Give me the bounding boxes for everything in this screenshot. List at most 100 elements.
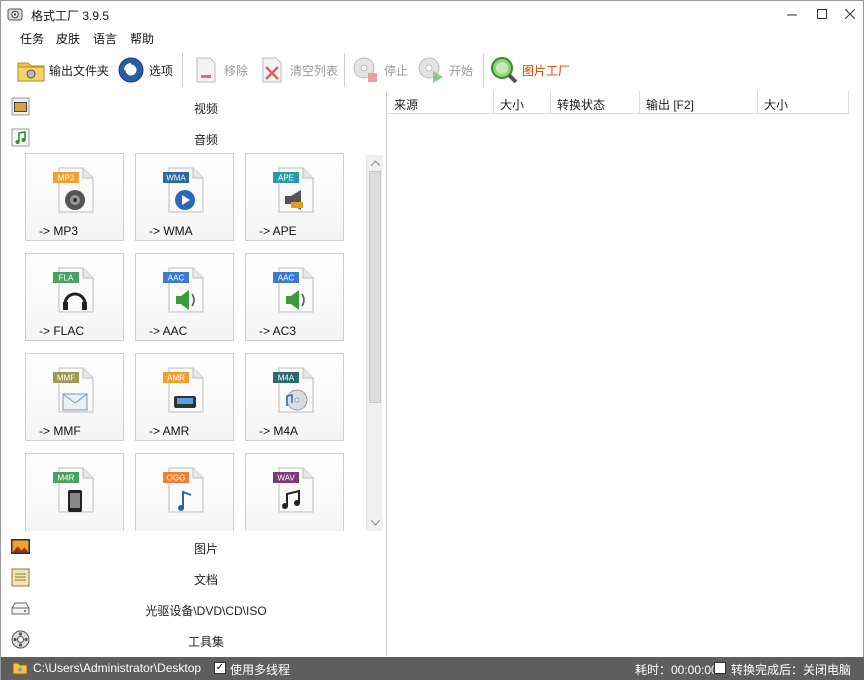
menu-task[interactable]: 任务 — [20, 30, 44, 47]
category-tools[interactable]: 工具集 — [1, 624, 385, 655]
scroll-thumb[interactable] — [369, 171, 381, 403]
app-logo-icon — [7, 8, 23, 21]
shutdown-label: 转换完成后：关闭电脑 — [731, 663, 852, 677]
horn-icon: APE — [273, 167, 314, 213]
svg-text:AAC: AAC — [278, 274, 295, 283]
maximize-icon — [817, 9, 827, 19]
toolbar-divider — [182, 53, 183, 87]
svg-text:APE: APE — [278, 174, 294, 183]
shutdown-checkbox[interactable] — [714, 662, 726, 674]
svg-text:M4A: M4A — [278, 374, 295, 383]
title-bar: 格式工厂 3.9.5 — [1, 1, 863, 27]
format-tile-label: -> AAC — [149, 324, 188, 338]
minimize-button[interactable] — [777, 1, 807, 27]
format-tile-fla[interactable]: FLA -> FLAC — [25, 253, 124, 341]
options-button[interactable]: 选项 — [116, 53, 173, 87]
remove-label: 移除 — [224, 63, 249, 78]
scroll-up-button[interactable] — [367, 155, 383, 171]
category-picture[interactable]: 图片 — [1, 531, 385, 562]
toolbar: 输出文件夹 选项 移除 清空列表 停止 开始 图片工厂 — [1, 49, 863, 91]
options-gear-icon — [118, 57, 144, 83]
format-tile-ogg[interactable]: OGG — [135, 453, 234, 531]
start-icon — [418, 57, 443, 83]
format-tile-amr[interactable]: AMR -> AMR — [135, 353, 234, 441]
menu-bar: 任务 皮肤 语言 帮助 — [1, 27, 863, 47]
menu-help[interactable]: 帮助 — [130, 30, 154, 47]
format-tile-wav[interactable]: WAV — [245, 453, 344, 531]
format-tile-wma[interactable]: WMA -> WMA — [135, 153, 234, 241]
multithread-label: 使用多线程 — [230, 663, 291, 677]
clear-list-icon — [262, 57, 282, 83]
category-optical[interactable]: 光驱设备\DVD\CD\ISO — [1, 593, 385, 624]
main-window: 格式工厂 3.9.5 任务 皮肤 语言 帮助 输出文件夹 选项 移除 清空列表 … — [0, 0, 864, 680]
category-document[interactable]: 文档 — [1, 562, 385, 593]
menu-skin[interactable]: 皮肤 — [56, 30, 80, 47]
clear-list-button[interactable]: 清空列表 — [257, 53, 338, 87]
scroll-down-button[interactable] — [367, 515, 383, 531]
options-label: 选项 — [149, 63, 174, 78]
category-audio-label: 音频 — [193, 133, 218, 147]
svg-text:WAV: WAV — [277, 474, 295, 483]
column-status[interactable]: 转换状态 — [551, 91, 640, 114]
elapsed-time: 耗时：00:00:00 — [635, 663, 718, 677]
toolbar-divider — [344, 53, 345, 87]
svg-text:OGG: OGG — [167, 474, 186, 483]
format-tile-m4a[interactable]: M4A -> M4A — [245, 353, 344, 441]
chevron-down-icon — [370, 520, 380, 526]
envelope-icon: MMF — [53, 367, 94, 413]
folder-icon — [17, 62, 45, 82]
format-tile-label: -> APE — [259, 224, 297, 238]
close-icon — [845, 9, 855, 19]
headphones-icon: FLA — [53, 267, 94, 313]
column-output[interactable]: 输出 [F2] — [640, 91, 758, 114]
speaker-wave-icon: AAC — [273, 267, 314, 313]
close-button[interactable] — [835, 1, 864, 27]
format-scrollbar[interactable] — [366, 155, 383, 531]
output-path: C:\Users\Administrator\Desktop — [33, 661, 202, 675]
format-tile-label: -> WMA — [149, 224, 193, 238]
maximize-button[interactable] — [807, 1, 837, 27]
window-title: 格式工厂 3.9.5 — [31, 9, 110, 23]
category-video[interactable]: 视频 — [1, 91, 385, 122]
remove-button[interactable]: 移除 — [191, 53, 248, 87]
format-tile-aac[interactable]: AAC -> AAC — [135, 253, 234, 341]
format-tile-mp3[interactable]: MP3 -> MP3 — [25, 153, 124, 241]
stop-button[interactable]: 停止 — [351, 53, 408, 87]
format-tile-aac[interactable]: AAC -> AC3 — [245, 253, 344, 341]
picture-factory-label: 图片工厂 — [522, 63, 571, 78]
picture-factory-button[interactable]: 图片工厂 — [489, 53, 570, 87]
format-tile-ape[interactable]: APE -> APE — [245, 153, 344, 241]
column-size[interactable]: 大小 — [494, 91, 551, 114]
speaker-wave-icon: AAC — [163, 267, 204, 313]
column-source[interactable]: 来源 — [388, 91, 494, 114]
category-video-label: 视频 — [193, 102, 218, 116]
format-tile-label: -> AMR — [149, 424, 190, 438]
toolbar-divider — [483, 53, 484, 87]
output-folder-button[interactable]: 输出文件夹 — [16, 53, 109, 87]
multithread-checkbox[interactable]: ✓ — [214, 662, 226, 674]
column-output-size[interactable]: 大小 — [758, 91, 849, 114]
svg-text:MMF: MMF — [57, 374, 75, 383]
format-tile-m4r[interactable]: M4R — [25, 453, 124, 531]
output-folder-label: 输出文件夹 — [49, 63, 110, 78]
stop-label: 停止 — [384, 63, 409, 78]
format-tile-mmf[interactable]: MMF -> MMF — [25, 353, 124, 441]
play-disc-icon: WMA — [163, 167, 204, 213]
folder-icon[interactable] — [12, 661, 28, 675]
audio-format-grid: MP3 -> MP3 WMA -> WMA APE -> APE FLA -> FLAC AAC… — [1, 153, 385, 531]
remove-icon — [196, 57, 216, 83]
format-tile-label: -> MMF — [39, 424, 81, 438]
magnifier-icon — [491, 57, 518, 84]
stop-icon — [353, 57, 377, 82]
start-label: 开始 — [449, 63, 474, 78]
clear-list-label: 清空列表 — [290, 63, 339, 78]
menu-language[interactable]: 语言 — [93, 30, 117, 47]
svg-text:WMA: WMA — [166, 174, 186, 183]
format-panel: 视频 音频 MP3 -> MP3 WMA -> WMA APE -> APE FLA -> F… — [1, 91, 387, 656]
category-audio[interactable]: 音频 — [1, 122, 385, 153]
chevron-up-icon — [370, 160, 380, 166]
svg-text:AMR: AMR — [167, 374, 185, 383]
task-list[interactable]: 来源 大小 转换状态 输出 [F2] 大小 — [388, 91, 863, 656]
start-button[interactable]: 开始 — [416, 53, 473, 87]
svg-text:AAC: AAC — [168, 274, 185, 283]
